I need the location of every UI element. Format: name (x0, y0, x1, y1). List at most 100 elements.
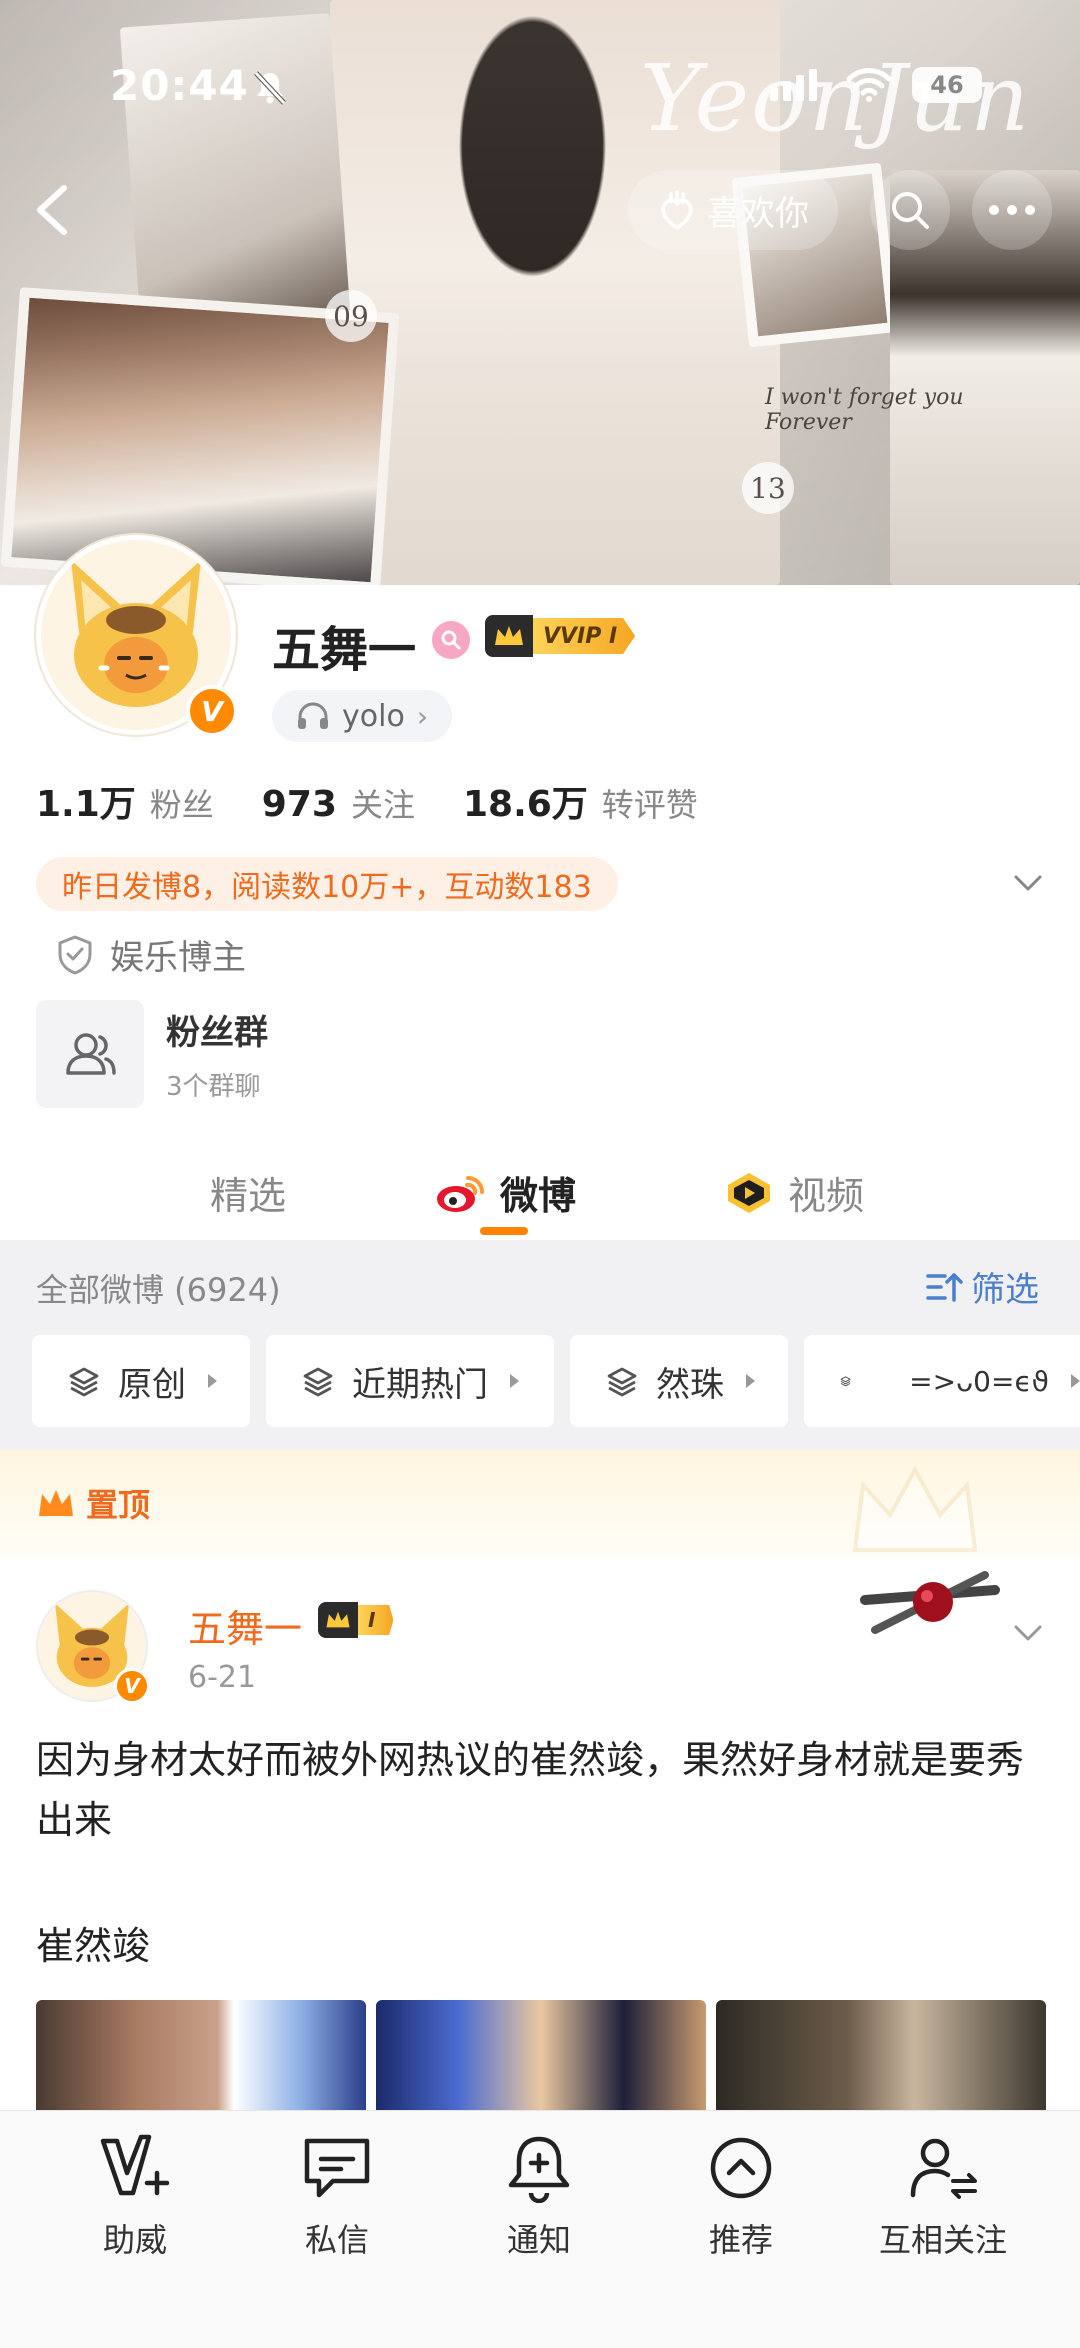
bell-plus-icon (508, 2136, 570, 2203)
post-vip-badge[interactable]: I (318, 1602, 394, 1638)
cover-caption: I won't forget you Forever (765, 385, 964, 435)
magnifier-badge-icon[interactable] (432, 621, 470, 659)
post-image[interactable] (36, 2000, 366, 2120)
chevron-up-circle-icon (710, 2137, 772, 2199)
search-button[interactable] (870, 170, 950, 250)
vip-badge[interactable]: VVIP I (485, 615, 636, 657)
stat-fans-label[interactable]: 粉丝 (150, 780, 214, 826)
fans-group-title: 粉丝群 (166, 1013, 268, 1053)
profile-section: V 五舞一 VVIP I yolo › 1.1万 粉丝 973 关注 18.6万… (0, 535, 1080, 1240)
post-image[interactable] (376, 2000, 706, 2120)
role-label: 娱乐博主 (110, 938, 246, 978)
profile-tabs: 精选 微博 视频 (0, 1145, 1080, 1235)
back-arrow-icon[interactable] (28, 180, 78, 240)
chip-ranzhu[interactable]: 然珠 (570, 1335, 788, 1427)
chevron-down-icon[interactable] (1010, 1615, 1046, 1651)
tab-featured[interactable]: 精选 (210, 1165, 286, 1220)
status-time: 20:44 (110, 61, 249, 110)
active-tab-indicator (480, 1227, 528, 1235)
cover-banner[interactable]: YeonJun 09 13 I won't forget you Forever… (0, 0, 1080, 585)
wifi-icon (846, 68, 892, 102)
chevron-right-icon: › (416, 699, 429, 733)
layers-icon (840, 1376, 851, 1387)
chevron-down-icon[interactable] (1010, 865, 1046, 901)
bottom-notify-button[interactable]: 通知 (449, 2133, 629, 2261)
stat-fans-value[interactable]: 1.1万 (36, 775, 136, 827)
fans-group-icon-box (36, 1000, 144, 1108)
crown-icon (318, 1602, 358, 1638)
bottom-cheer-button[interactable]: 助威 (45, 2133, 225, 2261)
mutual-follow-icon (910, 2138, 977, 2199)
post-text: 因为身材太好而被外网热议的崔然竣，果然好身材就是要秀出来 (36, 1738, 1025, 1842)
role-row[interactable]: 娱乐博主 (56, 930, 246, 979)
filter-sort-icon (926, 1272, 963, 1302)
hand-heart-icon (661, 190, 693, 230)
bottom-notify-label: 通知 (506, 2221, 571, 2259)
layers-icon (607, 1367, 637, 1397)
more-dots-icon (989, 205, 1035, 215)
tab-featured-label: 精选 (210, 1174, 287, 1218)
filter-label: 筛选 (971, 1270, 1039, 1310)
like-button[interactable]: 喜欢你 (628, 170, 838, 250)
group-icon (66, 1033, 116, 1075)
post-images (36, 2000, 1046, 2120)
chip-original[interactable]: 原创 (32, 1335, 250, 1427)
chip-emoticon[interactable]: =>ᴗ0=ϵϑ (804, 1335, 1080, 1427)
sticker-decoration-icon (860, 1571, 1000, 1634)
post-author[interactable]: 五舞一 (188, 1598, 302, 1653)
feed-filter-area: 全部微博 (6924) 筛选 原创 近期热门 然珠 =>ᴗ0=ϵϑ (0, 1240, 1080, 1450)
weibo-logo-icon (437, 1175, 484, 1212)
post-subtitle: 崔然竣 (36, 1924, 151, 1968)
chip-emoticon-label: =>ᴗ0=ϵϑ (909, 1364, 1049, 1398)
filter-button[interactable]: 筛选 (925, 1262, 1039, 1311)
post-vip-label: I (358, 1605, 394, 1635)
chip-ranzhu-label: 然珠 (656, 1364, 724, 1405)
tab-weibo-label: 微博 (500, 1174, 577, 1218)
fans-group-subtitle: 3个群聊 (166, 1072, 261, 1102)
shield-check-icon (58, 935, 92, 974)
pinned-label-row: 置顶 (36, 1480, 150, 1526)
status-bar: 20:44 46 (0, 55, 1080, 115)
post-card[interactable]: V 五舞一 I 6-21 因为身材太好而被外网热议的崔然竣，果然好身材就是要秀出… (0, 1560, 1080, 2120)
stat-following-label[interactable]: 关注 (351, 780, 415, 826)
tab-video[interactable]: 视频 (724, 1165, 864, 1220)
cover-number-left: 09 (325, 290, 377, 342)
profile-name: 五舞一 (272, 622, 417, 678)
cover-number-right: 13 (742, 462, 794, 514)
crown-icon (485, 615, 533, 657)
music-chip[interactable]: yolo › (272, 690, 453, 742)
crown-icon (39, 1490, 73, 1516)
bottom-message-button[interactable]: 私信 (247, 2133, 427, 2261)
filter-chips: 原创 近期热门 然珠 =>ᴗ0=ϵϑ (32, 1335, 1080, 1427)
stat-following-value[interactable]: 973 (262, 784, 337, 825)
music-chip-label: yolo (342, 698, 405, 734)
more-button[interactable] (972, 170, 1052, 250)
video-play-icon (728, 1172, 770, 1213)
pinned-label: 置顶 (86, 1486, 151, 1524)
like-button-label: 喜欢你 (707, 193, 809, 234)
post-date: 6-21 (188, 1660, 257, 1695)
stat-engagement-value[interactable]: 18.6万 (463, 775, 588, 827)
tab-weibo[interactable]: 微博 (434, 1165, 576, 1220)
weibo-count-label: 全部微博 (6924) (36, 1271, 281, 1309)
layers-icon (69, 1367, 99, 1397)
fans-group-card[interactable]: 粉丝群 3个群聊 (36, 1000, 268, 1108)
pinned-header: 置顶 (0, 1450, 1080, 1560)
bottom-action-bar: 助威 私信 通知 推荐 互相关注 (0, 2110, 1080, 2348)
bottom-recommend-label: 推荐 (708, 2221, 773, 2259)
search-icon (892, 192, 929, 229)
tab-video-label: 视频 (788, 1174, 865, 1218)
signal-icon (770, 69, 817, 101)
bottom-recommend-button[interactable]: 推荐 (651, 2133, 831, 2261)
v-plus-icon (100, 2134, 170, 2196)
stat-engagement-label[interactable]: 转评赞 (602, 780, 698, 826)
post-verified-badge: V (114, 1668, 150, 1704)
bottom-message-label: 私信 (304, 2221, 369, 2259)
message-icon (304, 2138, 370, 2198)
bottom-mutual-follow-button[interactable]: 互相关注 (853, 2133, 1033, 2261)
bottom-cheer-label: 助威 (102, 2221, 167, 2259)
chip-recent-hot[interactable]: 近期热门 (266, 1335, 554, 1427)
activity-summary[interactable]: 昨日发博8，阅读数10万+，互动数183 (36, 857, 618, 911)
crown-decoration-icon (852, 1465, 978, 1552)
post-image[interactable] (716, 2000, 1046, 2120)
